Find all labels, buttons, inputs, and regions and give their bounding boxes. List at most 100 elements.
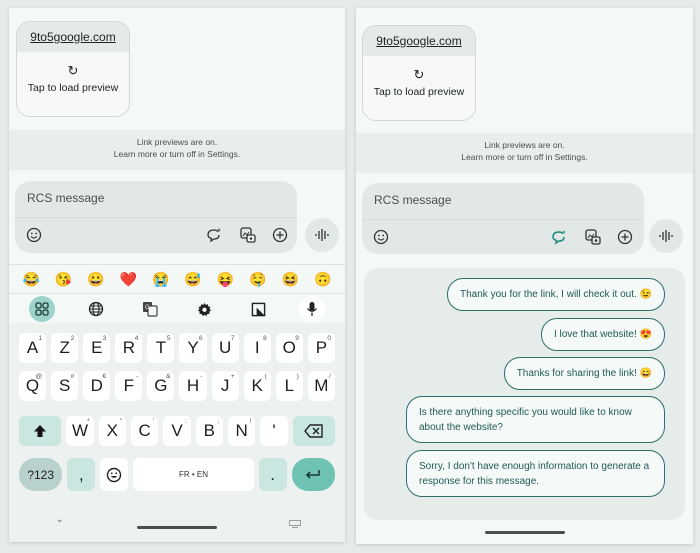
period-key[interactable]: . <box>258 458 287 491</box>
letter-key[interactable]: T5 <box>147 333 175 363</box>
emoji-key[interactable] <box>100 458 129 491</box>
emoji-suggestion[interactable]: 🤤 <box>249 271 266 287</box>
letter-key[interactable]: S # <box>51 371 79 401</box>
key-secondary-label: 2 <box>70 335 75 342</box>
suggestion-chip[interactable]: I love that website! 😍 <box>540 318 665 351</box>
emoji-suggestion[interactable]: 😆 <box>282 271 299 287</box>
voice-message-button[interactable] <box>305 218 339 252</box>
backspace-key[interactable] <box>292 416 336 446</box>
message-composer[interactable]: RCS message <box>362 183 644 254</box>
translate-button[interactable]: G <box>137 296 163 322</box>
home-indicator[interactable] <box>137 526 217 529</box>
magic-compose-icon[interactable] <box>205 226 223 244</box>
letter-key[interactable]: W * <box>66 416 94 446</box>
link-preview-card[interactable]: 9to5google.com ↻ Tap to load preview <box>16 21 130 117</box>
letter-key[interactable]: X " <box>98 416 127 446</box>
apps-grid-button[interactable] <box>29 296 55 322</box>
letter-key[interactable]: I8 <box>243 333 271 363</box>
voice-message-button[interactable] <box>649 219 683 253</box>
link-preview-notice[interactable]: Link previews are on. Learn more or turn… <box>9 130 345 170</box>
gallery-icon[interactable] <box>239 226 257 244</box>
suggestion-chip[interactable]: Sorry, I don't have enough information t… <box>406 450 665 497</box>
navigation-bar: ⌄ <box>9 514 345 542</box>
space-key[interactable]: FR • EN <box>133 458 254 491</box>
letter-key[interactable]: R4 <box>115 333 143 363</box>
letter-key[interactable]: D € <box>83 371 111 401</box>
key-label: L <box>284 376 295 395</box>
letter-key[interactable]: Q @ <box>19 371 47 401</box>
letter-key[interactable]: Y6 <box>179 333 207 363</box>
message-input[interactable]: RCS message <box>374 193 451 207</box>
magic-compose-icon[interactable] <box>550 228 568 246</box>
suggestion-chip[interactable]: Thank you for the link, I will check it … <box>447 278 665 311</box>
key-label: S <box>58 376 71 395</box>
key-label: B <box>203 421 215 440</box>
keyboard-switch-icon[interactable] <box>289 515 301 533</box>
key-label: X <box>106 421 119 440</box>
shift-key[interactable] <box>19 416 62 446</box>
key-label: ' <box>272 421 276 440</box>
letter-key[interactable]: P0 <box>307 333 335 363</box>
suggestion-chip[interactable]: Thanks for sharing the link! 😄 <box>503 357 665 390</box>
key-secondary-label: : <box>184 418 187 425</box>
floating-keyboard-button[interactable] <box>245 296 271 322</box>
letter-key[interactable]: E3 <box>83 333 111 363</box>
apostrophe-key[interactable]: ' <box>260 416 288 446</box>
home-indicator[interactable] <box>484 531 565 534</box>
letter-key[interactable]: A1 <box>19 333 47 363</box>
letter-key[interactable]: L) <box>275 371 303 401</box>
emoji-icon[interactable] <box>372 228 390 246</box>
letter-key[interactable]: K( <box>243 371 271 401</box>
preview-domain[interactable]: 9to5google.com <box>363 26 475 56</box>
enter-key[interactable] <box>291 458 336 491</box>
emoji-suggestion[interactable]: ❤️ <box>120 271 137 287</box>
emoji-suggestion[interactable]: 😅 <box>184 271 201 287</box>
backspace-icon <box>303 424 323 438</box>
mic-icon <box>306 302 318 316</box>
voice-input-button[interactable] <box>299 296 325 322</box>
letter-key[interactable]: C ' <box>131 416 159 446</box>
letter-key[interactable]: J + <box>211 371 239 401</box>
gallery-icon[interactable] <box>584 228 602 246</box>
message-input[interactable]: RCS message <box>27 191 104 205</box>
language-button[interactable] <box>83 296 109 322</box>
key-secondary-label: / <box>329 373 331 380</box>
settings-button[interactable] <box>191 296 217 322</box>
key-label: R <box>122 338 135 357</box>
letter-key[interactable]: H- <box>179 371 207 401</box>
symbols-key[interactable]: ?123 <box>19 458 63 491</box>
letter-key[interactable]: B; <box>195 416 223 446</box>
letter-key[interactable]: F- <box>115 371 143 401</box>
letter-key[interactable]: O9 <box>275 333 303 363</box>
composer-divider <box>15 217 297 218</box>
link-preview-card[interactable]: 9to5google.com ↻ Tap to load preview <box>362 25 476 121</box>
message-composer[interactable]: RCS message <box>15 181 297 253</box>
emoji-suggestion[interactable]: 😘 <box>55 271 72 287</box>
add-icon[interactable] <box>271 226 289 244</box>
emoji-suggestion[interactable]: 🙃 <box>314 271 331 287</box>
hide-keyboard-chevron-icon[interactable]: ⌄ <box>56 514 64 525</box>
key-secondary-label: 5 <box>166 335 171 342</box>
key-secondary-label: ( <box>264 373 267 380</box>
letter-key[interactable]: V: <box>163 416 191 446</box>
letter-key[interactable]: U7 <box>211 333 239 363</box>
emoji-suggestion[interactable]: 😝 <box>217 271 234 287</box>
comma-key[interactable]: , <box>67 458 96 491</box>
letter-key[interactable]: G & <box>147 371 175 401</box>
emoji-suggestion[interactable]: 😭 <box>152 271 169 287</box>
keyboard: A1Z2E3R4T5Y6U7I8O9P0 Q @ S # D € F - G & H - J + K(L) M… <box>9 323 345 542</box>
add-icon[interactable] <box>616 228 634 246</box>
link-preview-notice[interactable]: Link previews are on. Learn more or turn… <box>356 133 693 173</box>
grid-icon <box>35 302 49 316</box>
emoji-icon[interactable] <box>25 226 43 244</box>
key-label: H <box>186 376 200 395</box>
emoji-suggestion[interactable]: 😀 <box>87 271 104 287</box>
letter-key[interactable]: Z2 <box>51 333 79 363</box>
emoji-suggestion[interactable]: 😂 <box>22 271 39 287</box>
emoji-suggestion-row: 😂 😘 😀 ❤️ 😭 😅 😝 🤤 😆 🙃 <box>9 264 345 294</box>
preview-domain[interactable]: 9to5google.com <box>17 22 129 52</box>
letter-key[interactable]: M / <box>307 371 335 401</box>
notice-line-2: Learn more or turn off in Settings. <box>113 149 241 159</box>
suggestion-chip[interactable]: Is there anything specific you would lik… <box>406 396 665 443</box>
letter-key[interactable]: N! <box>228 416 256 446</box>
